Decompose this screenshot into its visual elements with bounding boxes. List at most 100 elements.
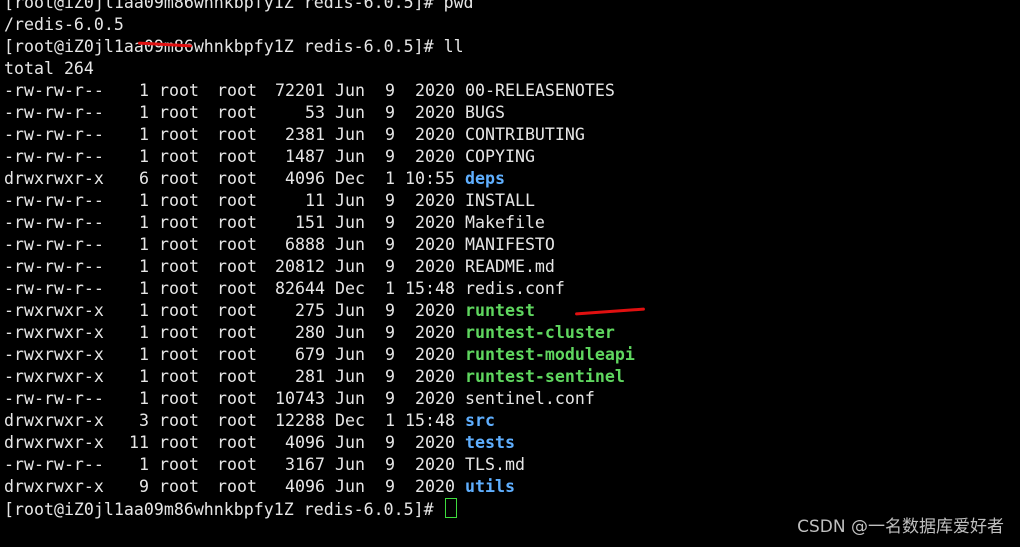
file-day: 9 xyxy=(385,323,395,342)
file-size: 20812 xyxy=(275,257,325,276)
file-size: 12288 xyxy=(275,411,325,430)
file-row: drwxrwxr-x 3 root root 12288 Dec 1 15:48 src xyxy=(4,410,1020,432)
file-day: 9 xyxy=(385,191,395,210)
file-day: 9 xyxy=(385,345,395,364)
file-owner: root xyxy=(159,279,199,298)
file-day: 9 xyxy=(385,433,395,452)
file-row: -rwxrwxr-x 1 root root 679 Jun 9 2020 runtest-mo… xyxy=(4,344,1020,366)
file-permissions: drwxrwxr-x xyxy=(4,169,104,188)
file-group: root xyxy=(217,411,257,430)
file-day: 1 xyxy=(385,169,395,188)
file-time: 2020 xyxy=(415,345,455,364)
file-permissions: -rwxrwxr-x xyxy=(4,301,104,320)
file-permissions: -rwxrwxr-x xyxy=(4,345,104,364)
file-owner: root xyxy=(159,103,199,122)
file-day: 9 xyxy=(385,389,395,408)
file-size: 53 xyxy=(305,103,325,122)
file-size: 3167 xyxy=(285,455,325,474)
file-group: root xyxy=(217,345,257,364)
file-group: root xyxy=(217,125,257,144)
file-name: runtest-moduleapi xyxy=(465,345,635,364)
file-size: 275 xyxy=(295,301,325,320)
file-owner: root xyxy=(159,235,199,254)
file-month: Dec xyxy=(335,279,365,298)
file-size: 6888 xyxy=(285,235,325,254)
file-permissions: drwxrwxr-x xyxy=(4,477,104,496)
file-group: root xyxy=(217,213,257,232)
file-row: -rwxrwxr-x 1 root root 275 Jun 9 2020 runtest xyxy=(4,300,1020,322)
file-name: sentinel.conf xyxy=(465,389,595,408)
file-group: root xyxy=(217,433,257,452)
file-month: Jun xyxy=(335,257,365,276)
file-link-count: 9 xyxy=(139,477,149,496)
file-owner: root xyxy=(159,323,199,342)
file-permissions: -rw-rw-r-- xyxy=(4,235,104,254)
file-day: 9 xyxy=(385,455,395,474)
file-permissions: -rw-rw-r-- xyxy=(4,257,104,276)
file-name: COPYING xyxy=(465,147,535,166)
file-name: deps xyxy=(465,169,505,188)
file-day: 1 xyxy=(385,411,395,430)
file-permissions: -rw-rw-r-- xyxy=(4,213,104,232)
file-link-count: 1 xyxy=(139,235,149,254)
file-size: 11 xyxy=(305,191,325,210)
file-day: 9 xyxy=(385,301,395,320)
file-owner: root xyxy=(159,345,199,364)
file-group: root xyxy=(217,367,257,386)
file-row: -rw-rw-r-- 1 root root 2381 Jun 9 2020 CONTRIBUT… xyxy=(4,124,1020,146)
file-name: runtest-sentinel xyxy=(465,367,625,386)
file-link-count: 1 xyxy=(139,301,149,320)
file-size: 4096 xyxy=(285,477,325,496)
file-row: -rw-rw-r-- 1 root root 6888 Jun 9 2020 MANIFESTO xyxy=(4,234,1020,256)
file-month: Jun xyxy=(335,345,365,364)
file-permissions: -rw-rw-r-- xyxy=(4,191,104,210)
file-time: 2020 xyxy=(415,301,455,320)
file-owner: root xyxy=(159,81,199,100)
file-permissions: -rw-rw-r-- xyxy=(4,125,104,144)
file-link-count: 1 xyxy=(139,81,149,100)
file-group: root xyxy=(217,103,257,122)
file-name: MANIFESTO xyxy=(465,235,555,254)
file-size: 1487 xyxy=(285,147,325,166)
file-owner: root xyxy=(159,169,199,188)
file-month: Jun xyxy=(335,367,365,386)
file-month: Dec xyxy=(335,169,365,188)
file-month: Jun xyxy=(335,81,365,100)
terminal-window[interactable]: [root@iZ0jl1aa09m86whnkbpfy1Z redis-6.0.… xyxy=(4,0,1020,547)
file-permissions: drwxrwxr-x xyxy=(4,433,104,452)
file-size: 281 xyxy=(295,367,325,386)
file-time: 2020 xyxy=(415,257,455,276)
file-day: 9 xyxy=(385,103,395,122)
terminal-line-total: total 264 xyxy=(4,59,94,78)
file-row: -rw-rw-r-- 1 root root 3167 Jun 9 2020 TLS.md xyxy=(4,454,1020,476)
file-owner: root xyxy=(159,411,199,430)
file-day: 9 xyxy=(385,367,395,386)
file-row: drwxrwxr-x 6 root root 4096 Dec 1 10:55 deps xyxy=(4,168,1020,190)
file-time: 2020 xyxy=(415,235,455,254)
terminal-line-pwd-command: [root@iZ0jl1aa09m86whnkbpfy1Z redis-6.0.… xyxy=(4,0,474,12)
file-row: -rw-rw-r-- 1 root root 82644 Dec 1 15:48 redis.c… xyxy=(4,278,1020,300)
file-time: 2020 xyxy=(415,323,455,342)
file-size: 82644 xyxy=(275,279,325,298)
file-time: 2020 xyxy=(415,147,455,166)
file-name: redis.conf xyxy=(465,279,565,298)
file-time: 2020 xyxy=(415,125,455,144)
file-owner: root xyxy=(159,257,199,276)
file-row: -rw-rw-r-- 1 root root 10743 Jun 9 2020 sentinel… xyxy=(4,388,1020,410)
file-day: 9 xyxy=(385,235,395,254)
file-name: 00-RELEASENOTES xyxy=(465,81,615,100)
file-time: 10:55 xyxy=(405,169,455,188)
file-day: 9 xyxy=(385,125,395,144)
file-link-count: 3 xyxy=(139,411,149,430)
file-time: 2020 xyxy=(415,389,455,408)
file-time: 2020 xyxy=(415,191,455,210)
file-owner: root xyxy=(159,125,199,144)
file-owner: root xyxy=(159,367,199,386)
file-name: TLS.md xyxy=(465,455,525,474)
file-size: 2381 xyxy=(285,125,325,144)
file-row: -rw-rw-r-- 1 root root 72201 Jun 9 2020 00-RELEA… xyxy=(4,80,1020,102)
file-owner: root xyxy=(159,477,199,496)
file-day: 9 xyxy=(385,81,395,100)
file-owner: root xyxy=(159,433,199,452)
file-row: -rw-rw-r-- 1 root root 20812 Jun 9 2020 README.m… xyxy=(4,256,1020,278)
